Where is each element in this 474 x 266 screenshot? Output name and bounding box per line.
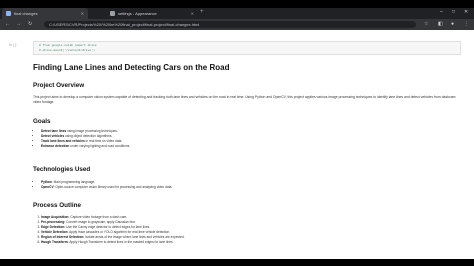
technologies-heading: Technologies Used	[33, 166, 91, 173]
list-item: Hough Transform: Apply Hough Transform t…	[41, 240, 471, 245]
back-icon[interactable]: ←	[5, 21, 10, 27]
tab-title: settings - Appearance	[118, 11, 157, 16]
close-icon[interactable]: ✕	[81, 11, 84, 16]
process-list: Image Acquisition: Capture video footage…	[33, 215, 471, 246]
code-line: # drive.mount('/content/drive')	[39, 49, 95, 52]
list-item: OpenCV: Open-source computer vision libr…	[41, 185, 471, 190]
notebook-page: In [ ]: # from google.colab import drive…	[0, 30, 474, 259]
new-tab-icon[interactable]: +	[200, 9, 204, 15]
address-toolbar: ← → ↻ C:/USERS/CVR/Projects%20/%20lm%20f…	[0, 19, 474, 30]
code-line: # from google.colab import drive	[39, 44, 97, 47]
technologies-list: Python: Main programming language. OpenC…	[33, 180, 471, 190]
forward-icon[interactable]: →	[16, 21, 21, 27]
code-cell[interactable]: # from google.colab import drive # drive…	[33, 41, 461, 55]
menu-icon[interactable]: ⋮	[464, 21, 469, 27]
screen-frame: final changes ✕ settings - Appearance ✕ …	[0, 0, 474, 266]
profile-icon[interactable]: ●	[451, 21, 454, 27]
overview-heading: Project Overview	[33, 82, 85, 89]
goals-list: Detect lane lines using image processing…	[33, 129, 471, 149]
bottom-letterbox	[0, 259, 474, 266]
browser-tab-bar: final changes ✕ settings - Appearance ✕ …	[0, 8, 474, 19]
close-icon[interactable]: ✕	[191, 11, 194, 16]
tab-settings[interactable]: settings - Appearance ✕	[106, 8, 198, 19]
cell-prompt: In [ ]:	[9, 43, 17, 47]
reload-icon[interactable]: ↻	[28, 21, 32, 27]
minimize-icon[interactable]: –	[440, 9, 443, 15]
url-input[interactable]: C:/USERS/CVR/Projects%20/%20lm%20final_p…	[44, 21, 416, 28]
extensions-icon[interactable]: ◧	[438, 21, 443, 27]
maximize-icon[interactable]: □	[452, 9, 455, 15]
close-window-icon[interactable]: ✕	[464, 9, 468, 15]
process-heading: Process Outline	[33, 202, 81, 209]
overview-text: This project aims to develop a computer …	[33, 95, 456, 104]
star-icon[interactable]: ☆	[424, 21, 428, 27]
gear-icon	[110, 11, 115, 16]
tab-title: final changes	[14, 11, 38, 16]
file-icon	[6, 11, 11, 16]
page-title: Finding Lane Lines and Detecting Cars on…	[33, 63, 230, 72]
goals-heading: Goals	[33, 118, 51, 125]
list-item: Enhance detection under varying lighting…	[41, 144, 471, 149]
tab-final-changes[interactable]: final changes ✕	[2, 8, 88, 19]
